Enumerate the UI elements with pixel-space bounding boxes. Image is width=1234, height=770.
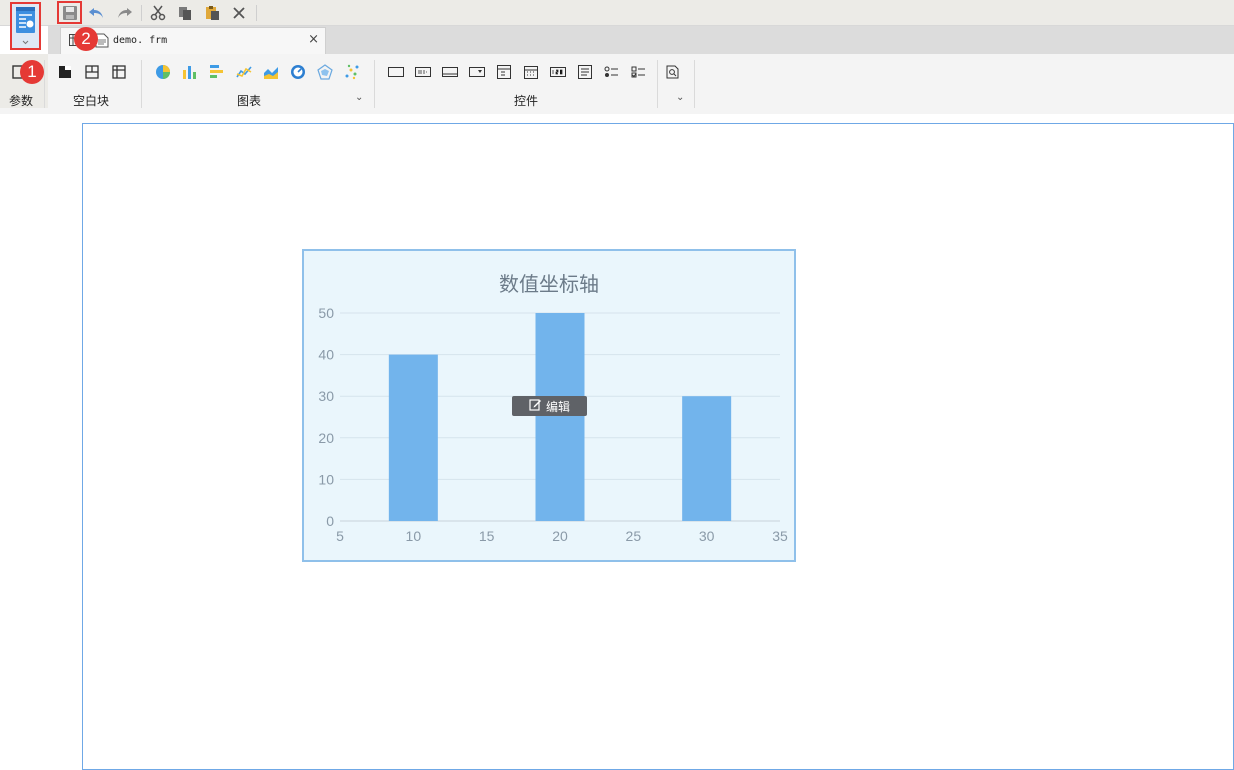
absolute-block-icon[interactable] [56, 63, 74, 81]
y-tick-label: 20 [318, 430, 334, 446]
save-button-highlight[interactable] [57, 1, 82, 24]
annotation-badge-1: 1 [20, 60, 44, 84]
text-field-widget-icon[interactable] [441, 63, 459, 81]
x-tick-label: 35 [772, 528, 788, 544]
tab-filename: demo. frm [113, 35, 168, 46]
toolbar-divider [141, 5, 142, 21]
app-menu-button[interactable] [10, 2, 41, 50]
tab-demo-frm[interactable]: demo. frm × [60, 27, 326, 54]
controls-expand-icon[interactable]: ⌄ [676, 92, 684, 103]
annotation-badge-2: 2 [74, 27, 98, 51]
redo-icon[interactable] [114, 3, 134, 23]
bar [535, 313, 585, 521]
tab-close-icon[interactable]: × [308, 32, 319, 47]
quick-toolbar [0, 0, 1234, 26]
area-chart-icon[interactable] [262, 63, 280, 81]
paste-icon[interactable] [202, 3, 222, 23]
ribbon-divider [141, 60, 142, 108]
dropdown-tree-widget-icon[interactable] [495, 63, 513, 81]
horizontal-bar-chart-icon[interactable] [208, 63, 226, 81]
number-widget-icon[interactable] [549, 63, 567, 81]
grid-block-icon[interactable] [110, 63, 128, 81]
date-widget-icon[interactable] [522, 63, 540, 81]
x-tick-label: 5 [336, 528, 344, 544]
ribbon-group-label-controls: 控件 [514, 94, 539, 108]
delete-icon[interactable] [229, 3, 249, 23]
dropdown-widget-icon[interactable] [468, 63, 486, 81]
cut-icon[interactable] [148, 3, 168, 23]
ribbon-divider [374, 60, 375, 108]
radar-chart-icon[interactable] [316, 63, 334, 81]
scatter-chart-icon[interactable] [343, 63, 361, 81]
y-tick-label: 40 [318, 347, 334, 363]
pie-chart-icon[interactable] [154, 63, 172, 81]
undo-icon[interactable] [87, 3, 107, 23]
x-tick-label: 15 [479, 528, 495, 544]
bar-chart-icon[interactable] [181, 63, 199, 81]
document-tab-bar: demo. frm × [48, 26, 1234, 54]
label-widget-icon[interactable] [414, 63, 432, 81]
edit-label: 编辑 [545, 399, 570, 414]
x-tick-label: 25 [626, 528, 642, 544]
checkbox-group-widget-icon[interactable] [630, 63, 648, 81]
ribbon-group-label-params: 参数 [9, 94, 34, 108]
bar [388, 354, 438, 521]
ribbon-divider [694, 60, 695, 108]
button-widget-icon[interactable] [387, 63, 405, 81]
x-tick-label: 10 [406, 528, 422, 544]
gauge-chart-icon[interactable] [289, 63, 307, 81]
y-tick-label: 50 [318, 305, 334, 321]
chart-title: 数值坐标轴 [499, 272, 599, 296]
ribbon-divider [657, 60, 658, 108]
line-chart-icon[interactable] [235, 63, 253, 81]
ribbon-group-label-blank-block: 空白块 [73, 94, 110, 108]
y-tick-label: 0 [326, 513, 334, 529]
bar [682, 396, 732, 521]
charts-expand-icon[interactable]: ⌄ [355, 92, 363, 103]
copy-icon[interactable] [175, 3, 195, 23]
x-tick-label: 20 [552, 528, 568, 544]
edit-icon [529, 398, 542, 414]
ribbon-divider [44, 60, 45, 108]
x-tick-label: 30 [699, 528, 715, 544]
ribbon: 参数 空白块 图表 ⌄ 控件 ⌄ [0, 54, 1234, 114]
y-tick-label: 10 [318, 471, 334, 487]
query-button-icon[interactable] [664, 63, 682, 81]
edit-chart-button[interactable]: 编辑 [512, 396, 587, 416]
tab-block-icon[interactable] [83, 63, 101, 81]
y-tick-label: 30 [318, 388, 334, 404]
radio-group-widget-icon[interactable] [603, 63, 621, 81]
text-area-widget-icon[interactable] [576, 63, 594, 81]
ribbon-group-label-charts: 图表 [237, 94, 262, 108]
toolbar-divider [256, 5, 257, 21]
designer-window: demo. frm × 参数 空白块 图表 ⌄ 控件 ⌄ 1 2 数值坐标轴 0… [0, 0, 1234, 770]
